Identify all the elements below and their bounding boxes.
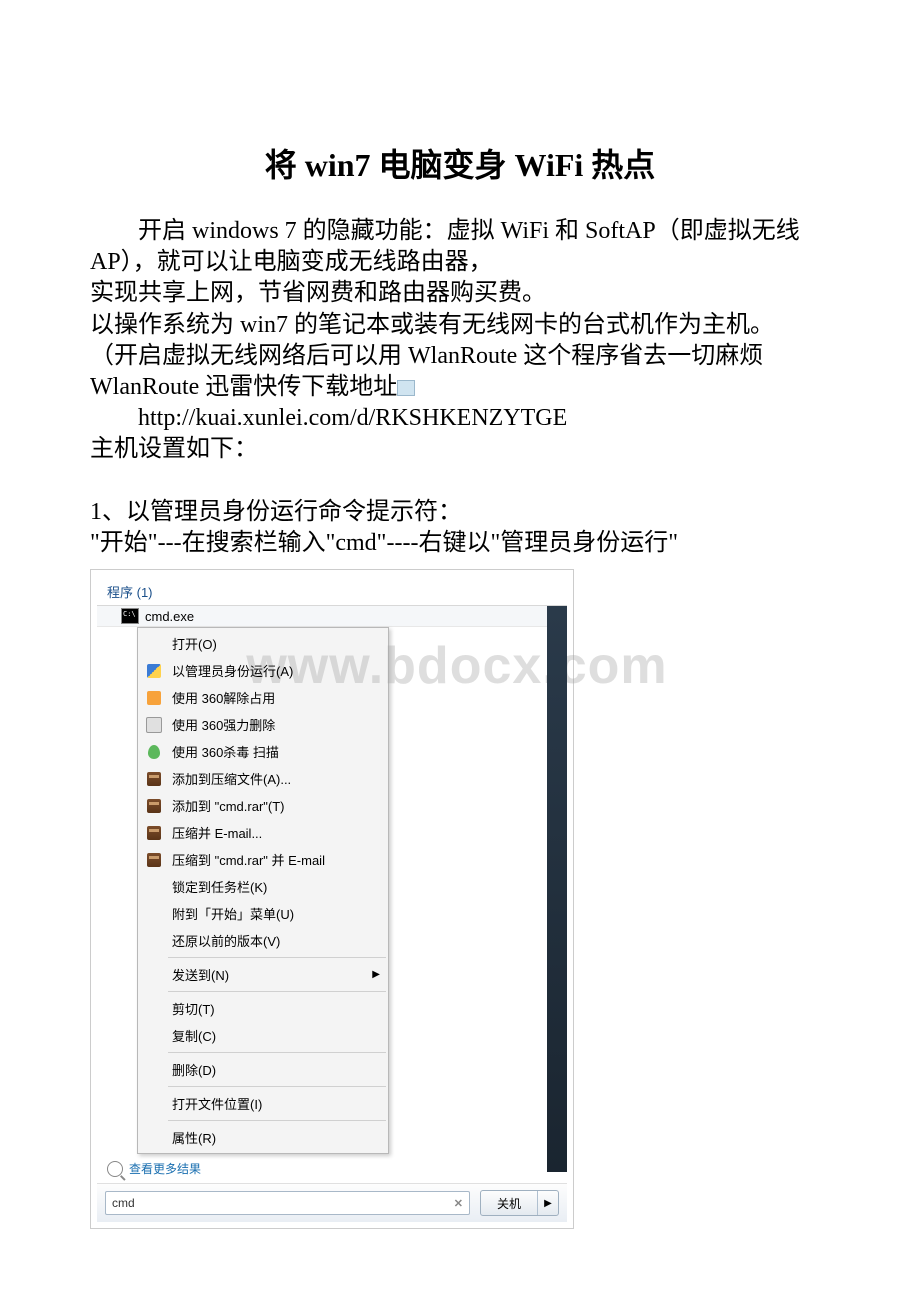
context-menu: 打开(O) 以管理员身份运行(A) 使用 360解除占用 使用 360强力删除	[137, 627, 389, 1154]
menu-item-pin-start[interactable]: 附到「开始」菜单(U)	[138, 900, 388, 927]
cmd-exe-icon	[121, 608, 139, 624]
menu-separator	[168, 1052, 386, 1053]
blank-icon	[144, 879, 164, 895]
menu-item-restore-previous[interactable]: 还原以前的版本(V)	[138, 927, 388, 954]
uac-shield-icon	[144, 663, 164, 679]
360-antivirus-icon	[144, 744, 164, 760]
menu-separator	[168, 1086, 386, 1087]
download-link[interactable]: http://kuai.xunlei.com/d/RKSHKENZYTGE	[90, 403, 830, 434]
menu-separator	[168, 957, 386, 958]
rar-icon	[144, 771, 164, 787]
blank-icon	[144, 1096, 164, 1112]
screenshot-figure: www.bdocx.com 程序 (1) cmd.exe 打开(O) 以管理员身…	[90, 569, 574, 1229]
menu-item-open[interactable]: 打开(O)	[138, 630, 388, 657]
blank-icon	[144, 1062, 164, 1078]
blank-icon	[144, 636, 164, 652]
menu-item-360-scan[interactable]: 使用 360杀毒 扫描	[138, 738, 388, 765]
rar-icon	[144, 798, 164, 814]
paragraph: 实现共享上网，节省网费和路由器购买费。	[90, 278, 830, 309]
menu-item-add-to-archive[interactable]: 添加到压缩文件(A)...	[138, 765, 388, 792]
blank-icon	[144, 1130, 164, 1146]
menu-item-send-to[interactable]: 发送到(N) ▶	[138, 961, 388, 988]
menu-item-delete[interactable]: 删除(D)	[138, 1056, 388, 1083]
shutdown-options-dropdown[interactable]: ▶	[537, 1191, 558, 1215]
paragraph: （开启虚拟无线网络后可以用 WlanRoute 这个程序省去一切麻烦 WlanR…	[90, 341, 830, 403]
paragraph: 主机设置如下：	[90, 434, 830, 465]
search-input-value: cmd	[112, 1196, 454, 1210]
menu-item-360-force-delete[interactable]: 使用 360强力删除	[138, 711, 388, 738]
blank-icon	[144, 1028, 164, 1044]
see-more-results-link[interactable]: 查看更多结果	[97, 1154, 567, 1183]
menu-item-compress-email[interactable]: 压缩并 E-mail...	[138, 819, 388, 846]
start-menu-bottom-bar: cmd ✕ 关机 ▶	[97, 1183, 567, 1222]
blank-icon	[144, 933, 164, 949]
menu-item-run-as-admin[interactable]: 以管理员身份运行(A)	[138, 657, 388, 684]
desktop-background-sliver	[547, 606, 567, 1172]
submenu-arrow-icon: ▶	[372, 969, 380, 980]
clear-search-icon[interactable]: ✕	[454, 1197, 463, 1210]
360-unlock-icon	[144, 690, 164, 706]
shutdown-split-button[interactable]: 关机 ▶	[480, 1190, 559, 1216]
360-delete-icon	[144, 717, 164, 733]
menu-separator	[168, 991, 386, 992]
blank-icon	[144, 906, 164, 922]
rar-icon	[144, 852, 164, 868]
search-category-header: 程序 (1)	[97, 576, 567, 606]
menu-item-cut[interactable]: 剪切(T)	[138, 995, 388, 1022]
menu-item-open-file-location[interactable]: 打开文件位置(I)	[138, 1090, 388, 1117]
start-search-input[interactable]: cmd ✕	[105, 1191, 470, 1215]
paragraph: "开始"---在搜索栏输入"cmd"----右键以"管理员身份运行"	[90, 528, 830, 559]
article-body: 开启 windows 7 的隐藏功能：虚拟 WiFi 和 SoftAP（即虚拟无…	[90, 216, 830, 559]
start-menu-panel: 程序 (1) cmd.exe 打开(O) 以管理员身份运行(A)	[97, 576, 567, 1222]
blank-icon	[144, 1001, 164, 1017]
menu-item-add-to-cmd-rar[interactable]: 添加到 "cmd.rar"(T)	[138, 792, 388, 819]
menu-item-compress-cmd-rar-email[interactable]: 压缩到 "cmd.rar" 并 E-mail	[138, 846, 388, 873]
blank-icon	[144, 967, 164, 983]
page-title: 将 win7 电脑变身 WiFi 热点	[90, 140, 830, 186]
image-placeholder-icon	[397, 380, 415, 396]
paragraph: 开启 windows 7 的隐藏功能：虚拟 WiFi 和 SoftAP（即虚拟无…	[90, 216, 830, 278]
magnifier-icon	[107, 1161, 123, 1177]
shutdown-button[interactable]: 关机	[481, 1191, 537, 1215]
menu-item-properties[interactable]: 属性(R)	[138, 1124, 388, 1151]
menu-separator	[168, 1120, 386, 1121]
paragraph: 以操作系统为 win7 的笔记本或装有无线网卡的台式机作为主机。	[90, 310, 830, 341]
menu-item-360-unlock[interactable]: 使用 360解除占用	[138, 684, 388, 711]
menu-item-copy[interactable]: 复制(C)	[138, 1022, 388, 1049]
rar-icon	[144, 825, 164, 841]
search-result-label: cmd.exe	[145, 609, 194, 624]
step-heading: 1、以管理员身份运行命令提示符：	[90, 497, 830, 528]
menu-item-pin-taskbar[interactable]: 锁定到任务栏(K)	[138, 873, 388, 900]
search-result-cmd[interactable]: cmd.exe	[97, 606, 567, 627]
